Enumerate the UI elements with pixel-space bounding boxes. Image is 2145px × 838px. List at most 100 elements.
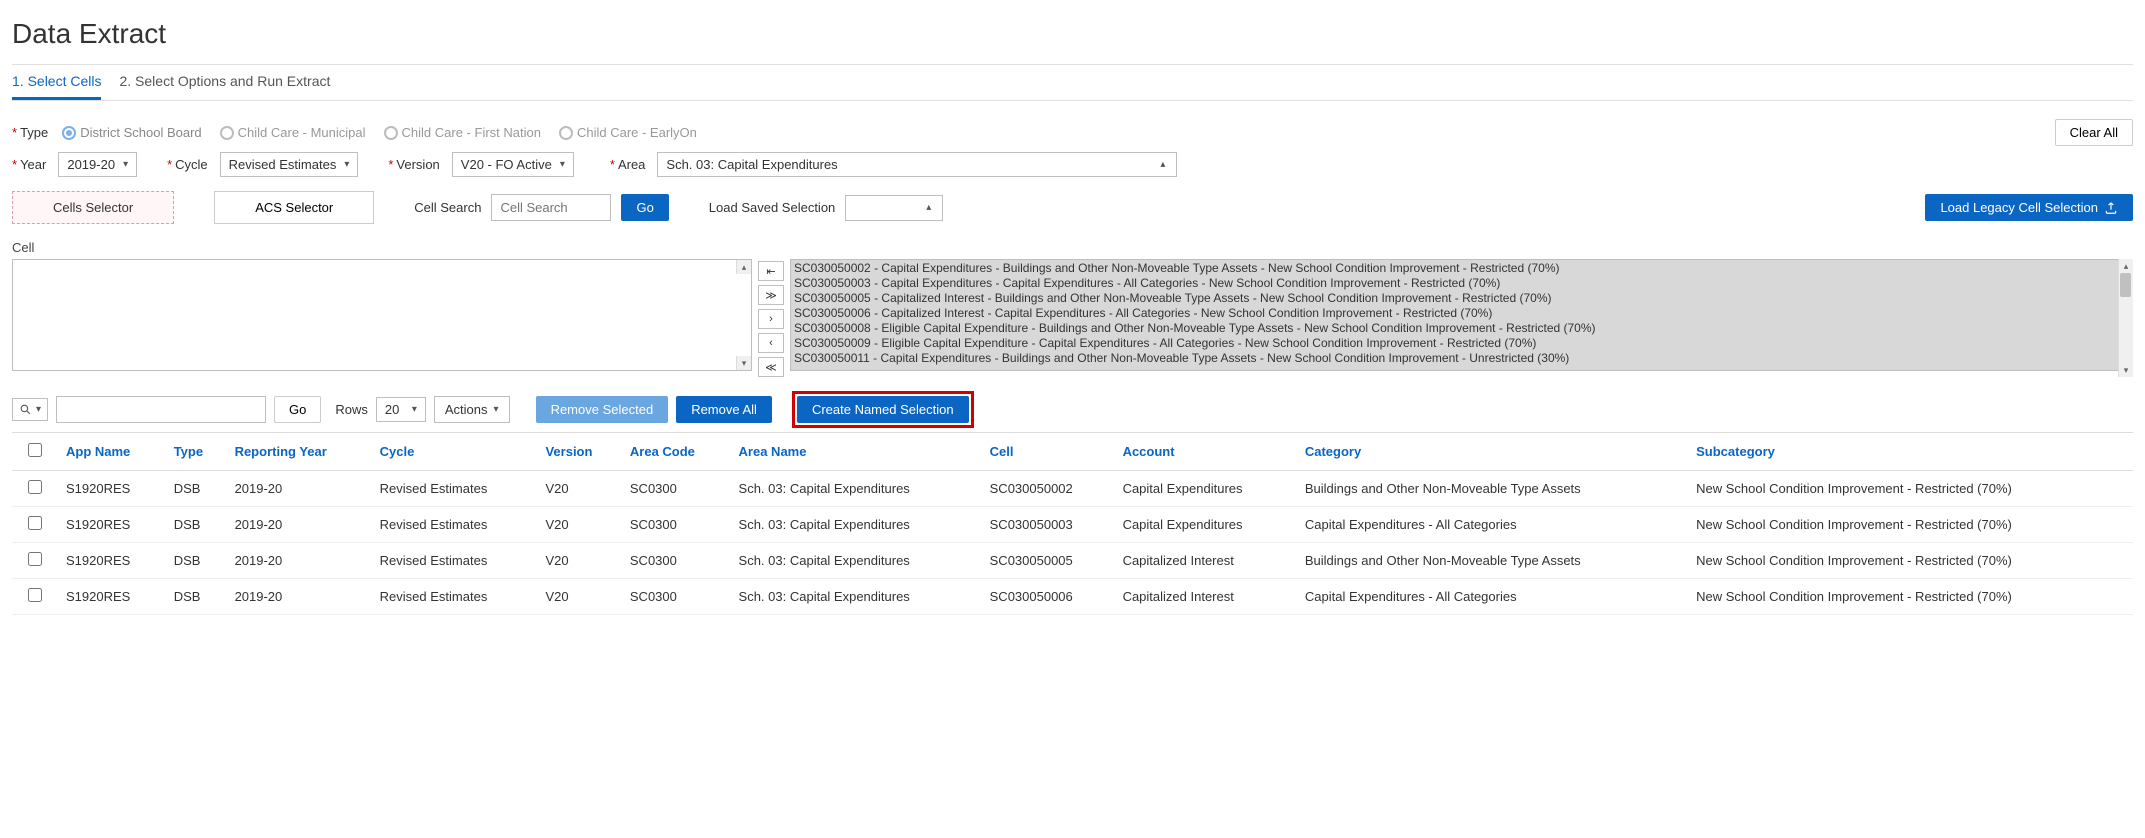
table-cell xyxy=(12,507,58,543)
cell-right-listbox[interactable]: SC030050002 - Capital Expenditures - Bui… xyxy=(790,259,2133,371)
actions-menu-button[interactable]: Actions▾ xyxy=(434,396,510,423)
table-cell: Revised Estimates xyxy=(372,579,538,615)
column-header[interactable]: Version xyxy=(537,433,621,471)
cell-search-label: Cell Search xyxy=(414,200,481,215)
tab-select-options[interactable]: 2. Select Options and Run Extract xyxy=(119,65,330,100)
table-go-button[interactable]: Go xyxy=(274,396,321,423)
table-cell: V20 xyxy=(537,507,621,543)
table-cell: New School Condition Improvement - Restr… xyxy=(1688,507,2133,543)
list-item[interactable]: SC030050003 - Capital Expenditures - Cap… xyxy=(794,276,2129,291)
radio-dot-icon xyxy=(62,126,76,140)
list-item[interactable]: SC030050008 - Eligible Capital Expenditu… xyxy=(794,321,2129,336)
list-item[interactable]: SC030050009 - Eligible Capital Expenditu… xyxy=(794,336,2129,351)
table-search-input[interactable] xyxy=(56,396,266,423)
column-header[interactable]: Reporting Year xyxy=(227,433,372,471)
move-one-right-button[interactable]: › xyxy=(758,309,784,329)
area-label: Area xyxy=(610,157,646,172)
table-cell: 2019-20 xyxy=(227,471,372,507)
create-named-selection-button[interactable]: Create Named Selection xyxy=(797,396,969,423)
remove-all-button[interactable]: Remove All xyxy=(676,396,772,423)
version-label: Version xyxy=(388,157,439,172)
cell-search-go-button[interactable]: Go xyxy=(621,194,668,221)
chevron-up-icon: ▴ xyxy=(1160,159,1165,170)
radio-ccfn[interactable]: Child Care - First Nation xyxy=(384,125,541,140)
area-select[interactable]: Sch. 03: Capital Expenditures xyxy=(657,152,1149,177)
table-cell: SC0300 xyxy=(622,579,731,615)
scrollbar-thumb[interactable] xyxy=(2120,273,2131,297)
column-header xyxy=(12,433,58,471)
scroll-down-icon[interactable]: ▾ xyxy=(736,356,751,370)
cell-left-listbox[interactable]: ▴ ▾ xyxy=(12,259,752,371)
table-cell: Sch. 03: Capital Expenditures xyxy=(731,543,982,579)
select-all-checkbox[interactable] xyxy=(28,443,42,457)
table-cell: SC030050005 xyxy=(982,543,1115,579)
table-cell: Capital Expenditures - All Categories xyxy=(1297,579,1688,615)
row-checkbox[interactable] xyxy=(28,480,42,494)
column-header[interactable]: Cell xyxy=(982,433,1115,471)
cycle-value: Revised Estimates xyxy=(229,157,337,172)
list-item[interactable]: SC030050006 - Capitalized Interest - Cap… xyxy=(794,306,2129,321)
column-header[interactable]: Area Name xyxy=(731,433,982,471)
table-cell: Buildings and Other Non-Moveable Type As… xyxy=(1297,471,1688,507)
row-checkbox[interactable] xyxy=(28,552,42,566)
year-select[interactable]: 2019-20▾ xyxy=(58,152,137,177)
row-checkbox[interactable] xyxy=(28,516,42,530)
cells-selector-button[interactable]: Cells Selector xyxy=(12,191,174,224)
table-cell: V20 xyxy=(537,471,621,507)
move-all-left-button[interactable]: ⇤ xyxy=(758,261,784,281)
table-cell: New School Condition Improvement - Restr… xyxy=(1688,579,2133,615)
table-cell xyxy=(12,543,58,579)
table-row: S1920RESDSB2019-20Revised EstimatesV20SC… xyxy=(12,579,2133,615)
table-cell: DSB xyxy=(166,471,227,507)
scroll-up-icon[interactable]: ▴ xyxy=(2118,259,2133,273)
table-cell: Capitalized Interest xyxy=(1115,543,1297,579)
version-select[interactable]: V20 - FO Active▾ xyxy=(452,152,574,177)
table-cell: SC0300 xyxy=(622,471,731,507)
tab-select-cells[interactable]: 1. Select Cells xyxy=(12,65,101,100)
cell-section-label: Cell xyxy=(12,240,2133,255)
actions-label: Actions xyxy=(445,402,488,417)
column-header[interactable]: App Name xyxy=(58,433,166,471)
column-header[interactable]: Category xyxy=(1297,433,1688,471)
chevron-down-icon: ▾ xyxy=(560,159,565,170)
area-toggle-button[interactable]: ▴ xyxy=(1149,152,1177,177)
table-cell: Capitalized Interest xyxy=(1115,579,1297,615)
list-item[interactable]: SC030050005 - Capitalized Interest - Bui… xyxy=(794,291,2129,306)
radio-cce[interactable]: Child Care - EarlyOn xyxy=(559,125,697,140)
load-saved-toggle[interactable]: ▴ xyxy=(915,195,943,221)
column-header[interactable]: Type xyxy=(166,433,227,471)
radio-dot-icon xyxy=(384,126,398,140)
search-icon xyxy=(19,403,32,416)
cell-search-input[interactable] xyxy=(491,194,611,221)
radio-dsb[interactable]: District School Board xyxy=(62,125,201,140)
column-header[interactable]: Account xyxy=(1115,433,1297,471)
table-cell: Capital Expenditures - All Categories xyxy=(1297,507,1688,543)
cycle-select[interactable]: Revised Estimates▾ xyxy=(220,152,359,177)
clear-all-button[interactable]: Clear All xyxy=(2055,119,2133,146)
column-header[interactable]: Subcategory xyxy=(1688,433,2133,471)
column-header[interactable]: Area Code xyxy=(622,433,731,471)
load-legacy-button[interactable]: Load Legacy Cell Selection xyxy=(1925,194,2133,221)
move-one-left-button[interactable]: ‹ xyxy=(758,333,784,353)
remove-selected-button[interactable]: Remove Selected xyxy=(536,396,669,423)
year-label: Year xyxy=(12,157,46,172)
radio-ccm[interactable]: Child Care - Municipal xyxy=(220,125,366,140)
table-cell: 2019-20 xyxy=(227,543,372,579)
rows-select[interactable]: 20▾ xyxy=(376,397,426,422)
page-title: Data Extract xyxy=(12,0,2133,64)
chevron-up-icon: ▴ xyxy=(926,202,931,213)
list-item[interactable]: SC030050002 - Capital Expenditures - Bui… xyxy=(794,261,2129,276)
table-cell: 2019-20 xyxy=(227,507,372,543)
table-search-button[interactable]: ▾ xyxy=(12,398,48,421)
scroll-down-icon[interactable]: ▾ xyxy=(2118,363,2133,377)
table-cell: DSB xyxy=(166,579,227,615)
scroll-up-icon[interactable]: ▴ xyxy=(736,260,751,274)
column-header[interactable]: Cycle xyxy=(372,433,538,471)
move-left-button[interactable]: ≪ xyxy=(758,357,784,377)
acs-selector-button[interactable]: ACS Selector xyxy=(214,191,374,224)
row-checkbox[interactable] xyxy=(28,588,42,602)
list-item[interactable]: SC030050011 - Capital Expenditures - Bui… xyxy=(794,351,2129,366)
move-right-button[interactable]: ≫ xyxy=(758,285,784,305)
load-saved-select[interactable] xyxy=(845,195,915,221)
radio-dot-icon xyxy=(220,126,234,140)
